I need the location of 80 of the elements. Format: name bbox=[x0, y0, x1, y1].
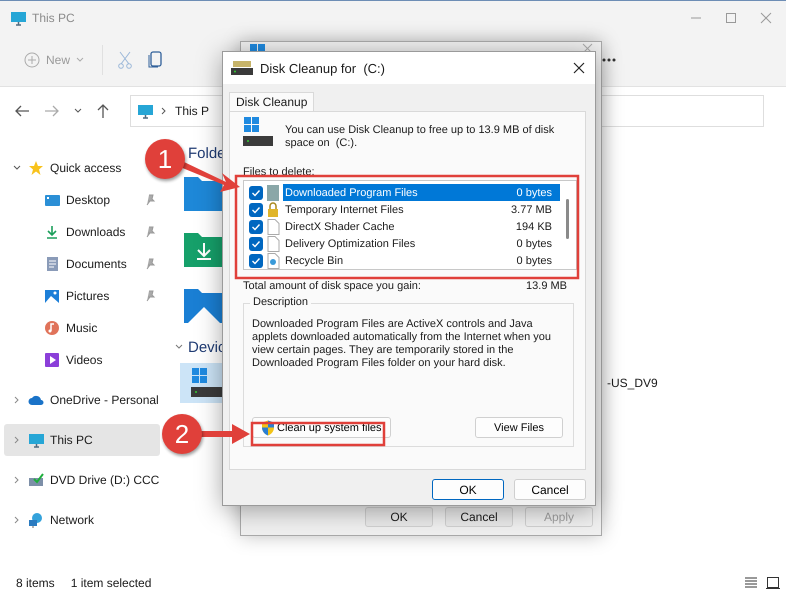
maximize-icon[interactable] bbox=[725, 12, 737, 24]
page-icon bbox=[266, 236, 280, 252]
dialog-button[interactable]: OK bbox=[365, 507, 433, 527]
list-item[interactable]: Recycle Bin 0 bytes bbox=[283, 252, 560, 269]
callout-arrow bbox=[180, 161, 240, 192]
total-label: Total amount of disk space you gain: bbox=[243, 280, 421, 292]
list-view-icon[interactable] bbox=[744, 576, 758, 588]
callout-badge: 1 bbox=[145, 139, 185, 179]
checkbox[interactable] bbox=[249, 220, 263, 234]
file-size: 0 bytes bbox=[516, 238, 552, 250]
file-size: 194 KB bbox=[516, 220, 552, 232]
list-label: Files to delete: bbox=[243, 166, 316, 178]
monitor-icon bbox=[28, 432, 44, 448]
checkbox[interactable] bbox=[249, 202, 263, 216]
copy-icon[interactable] bbox=[147, 51, 164, 69]
music-icon bbox=[44, 320, 60, 336]
intro-text: You can use Disk Cleanup to free up to 13.9 MB of disk space on (C:). bbox=[285, 124, 556, 150]
sidebar-item[interactable]: Quick access bbox=[4, 152, 128, 184]
shield-icon bbox=[261, 420, 275, 436]
chevron-icon bbox=[161, 107, 167, 115]
view-files-button[interactable]: View Files bbox=[475, 417, 563, 438]
up-icon[interactable] bbox=[96, 103, 110, 119]
scrollbar-thumb[interactable] bbox=[566, 199, 568, 239]
drive-label[interactable]: -US_DV9 bbox=[607, 376, 658, 390]
network-icon bbox=[28, 512, 44, 528]
window-title: This PC bbox=[32, 10, 75, 24]
callout-arrow bbox=[200, 424, 250, 444]
sidebar-item[interactable]: Pictures bbox=[4, 280, 160, 312]
sidebar-item[interactable]: Music bbox=[4, 312, 160, 344]
monitor-icon bbox=[10, 10, 26, 26]
caret-icon[interactable] bbox=[74, 108, 82, 114]
close-icon[interactable] bbox=[573, 62, 585, 74]
desktop-icon bbox=[44, 192, 60, 208]
sidebar-item[interactable]: Desktop bbox=[4, 184, 160, 216]
tab[interactable]: Disk Cleanup bbox=[229, 92, 314, 111]
checkbox[interactable] bbox=[249, 186, 263, 200]
monitor-icon bbox=[137, 103, 153, 119]
sidebar-item[interactable]: Network bbox=[4, 504, 100, 536]
file-size: 3.77 MB bbox=[511, 204, 552, 216]
list-item[interactable]: Delivery Optimization Files 0 bytes bbox=[283, 235, 560, 252]
drive-icon bbox=[243, 116, 273, 146]
dialog-title: Disk Cleanup for (C:) bbox=[260, 60, 385, 76]
description-text: Downloaded Program Files are ActiveX controls and Java applets downloaded automatically from the Internet when you view certain pages. They are temporarily stored in the Downloaded Program Files folder on your hard disk. bbox=[252, 318, 552, 370]
folder-icon bbox=[266, 184, 280, 200]
drive-icon bbox=[231, 60, 253, 76]
caret-icon bbox=[76, 57, 84, 63]
sidebar-item[interactable]: OneDrive - Personal bbox=[4, 384, 165, 416]
tile-view-icon[interactable] bbox=[766, 576, 780, 588]
list-item[interactable]: DirectX Shader Cache 194 KB bbox=[283, 218, 560, 235]
list-item[interactable]: Temporary Internet Files 3.77 MB bbox=[283, 201, 560, 218]
checkbox[interactable] bbox=[249, 236, 263, 250]
document-icon bbox=[44, 256, 60, 272]
sidebar-item[interactable]: Documents bbox=[4, 248, 160, 280]
lock-icon bbox=[266, 202, 280, 218]
file-size: 0 bytes bbox=[516, 186, 552, 198]
selection-count: 1 item selected bbox=[70, 576, 152, 590]
sidebar-item[interactable]: Downloads bbox=[4, 216, 160, 248]
checkbox[interactable] bbox=[249, 254, 263, 268]
picture-icon bbox=[44, 288, 60, 304]
sidebar-item[interactable]: DVD Drive (D:) CCC bbox=[4, 464, 166, 496]
file-size: 0 bytes bbox=[516, 254, 552, 266]
more-icon[interactable] bbox=[602, 58, 616, 62]
disc-drive-icon bbox=[28, 472, 44, 488]
group-title: Description bbox=[250, 296, 312, 308]
callout-badge: 2 bbox=[162, 414, 202, 454]
dialog-button[interactable]: OK bbox=[432, 479, 504, 500]
page-icon bbox=[266, 218, 280, 234]
breadcrumb[interactable]: This P bbox=[175, 104, 210, 118]
video-icon bbox=[44, 352, 60, 368]
sidebar-item[interactable]: This PC bbox=[4, 424, 160, 456]
dialog-button[interactable]: Cancel bbox=[445, 507, 513, 527]
back-icon[interactable] bbox=[14, 104, 30, 118]
total-value: 13.9 MB bbox=[526, 280, 567, 292]
dialog-button[interactable]: Cancel bbox=[514, 479, 586, 500]
sidebar-item[interactable]: Videos bbox=[4, 344, 160, 376]
star-icon bbox=[28, 160, 44, 176]
item-count: 8 items bbox=[16, 576, 55, 590]
list-item[interactable]: Downloaded Program Files 0 bytes bbox=[283, 184, 560, 201]
download-icon bbox=[44, 224, 60, 240]
plus-icon bbox=[24, 52, 40, 68]
